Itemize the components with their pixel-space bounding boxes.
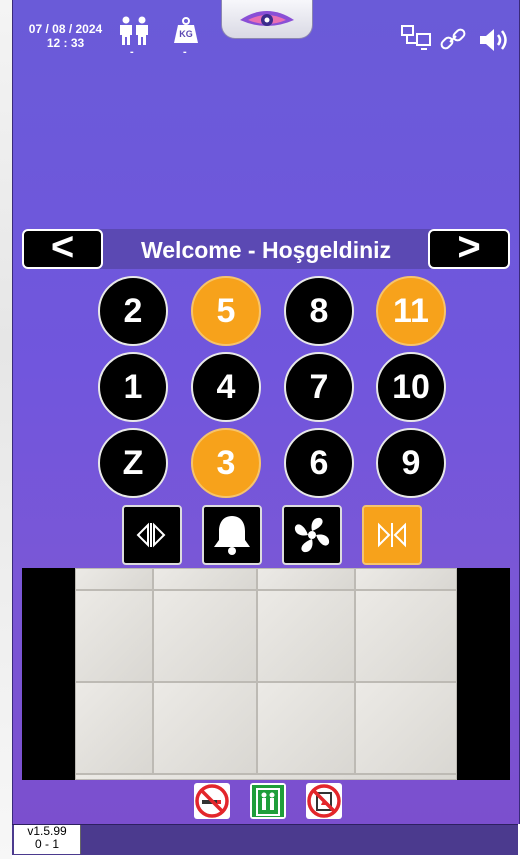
logo-tab (221, 0, 313, 39)
no-fire-use-elevator-icon (306, 783, 342, 819)
floor-button-9[interactable]: 9 (376, 428, 446, 498)
door-open-button[interactable] (122, 505, 182, 565)
fan-icon (294, 517, 330, 553)
camera-view (22, 568, 510, 780)
no-smoking-icon (194, 783, 230, 819)
weight-icon-label: KG (179, 29, 193, 39)
next-button[interactable]: > (428, 227, 510, 269)
link-icon (439, 25, 467, 58)
people-icon (118, 16, 150, 51)
floor-button-7[interactable]: 7 (284, 352, 354, 422)
camera-image (75, 568, 457, 780)
date-text: 07 / 08 / 2024 (28, 22, 103, 36)
floor-button-4[interactable]: 4 (191, 352, 261, 422)
counter-text: 0 - 1 (34, 837, 59, 851)
floor-button-5[interactable]: 5 (191, 276, 261, 346)
prev-button[interactable]: < (22, 227, 103, 269)
elevator-exit-icon (250, 783, 286, 819)
load-kg: - (183, 46, 187, 58)
floor-button-2[interactable]: 2 (98, 276, 168, 346)
floor-button-z[interactable]: Z (98, 428, 168, 498)
door-close-button[interactable] (362, 505, 422, 565)
footer-bar (12, 824, 518, 855)
door-close-icon (378, 522, 406, 548)
speaker-icon[interactable] (478, 26, 510, 59)
floor-button-10[interactable]: 10 (376, 352, 446, 422)
person-count: - (130, 46, 134, 58)
welcome-title: Welcome - Hoşgeldiniz (140, 237, 392, 263)
alarm-bell-button[interactable] (202, 505, 262, 565)
network-icon (400, 24, 432, 59)
floor-button-3[interactable]: 3 (191, 428, 261, 498)
bell-icon (214, 516, 250, 555)
left-edge (0, 0, 12, 859)
floor-button-1[interactable]: 1 (98, 352, 168, 422)
floor-button-11[interactable]: 11 (376, 276, 446, 346)
door-open-icon (136, 522, 166, 548)
datetime: 07 / 08 / 2024 12 : 33 (18, 22, 113, 50)
time-text: 12 : 33 (46, 36, 85, 50)
version-box: v1.5.99 0 - 1 (14, 825, 81, 854)
brand-logo-icon (240, 11, 294, 26)
floor-button-8[interactable]: 8 (284, 276, 354, 346)
floor-button-6[interactable]: 6 (284, 428, 354, 498)
fan-button[interactable] (282, 505, 342, 565)
